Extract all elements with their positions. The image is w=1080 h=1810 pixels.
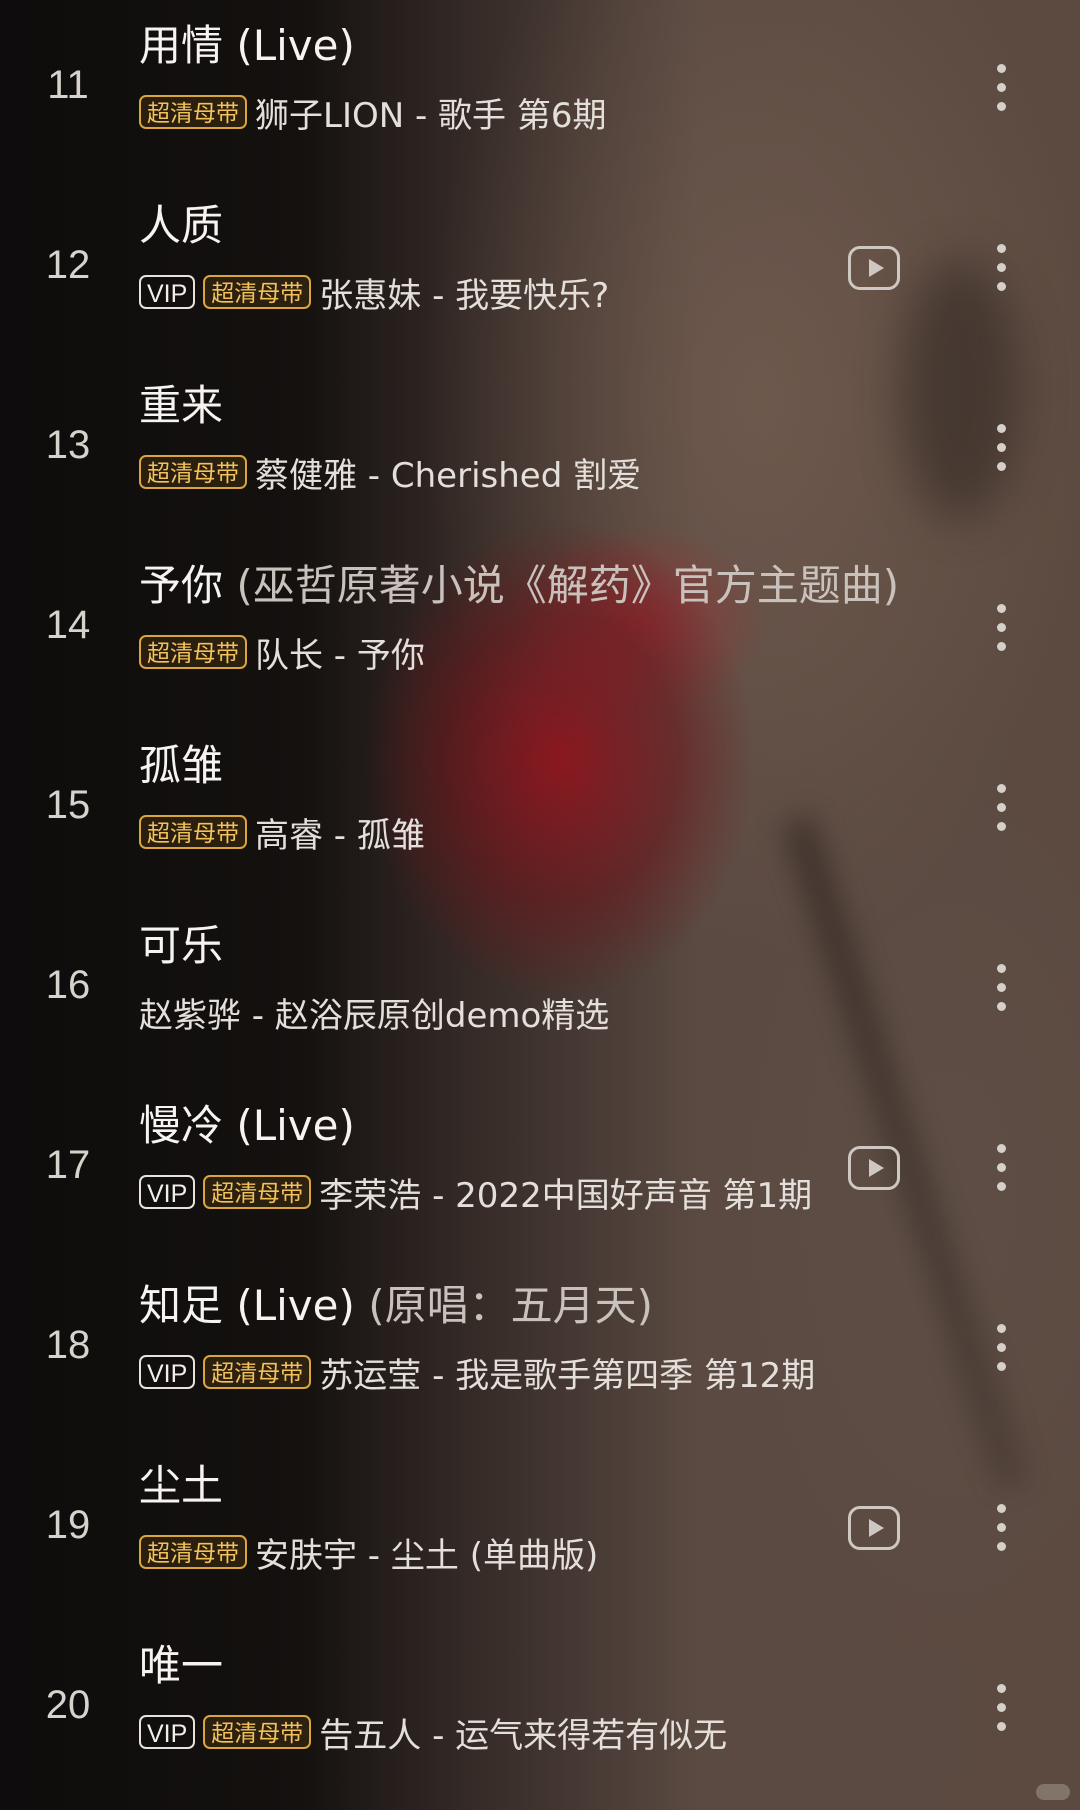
song-title-main: 唯一 <box>139 1641 224 1690</box>
song-row[interactable]: 13 重来 超清母带 蔡健雅 - Cherished 割爱 <box>0 360 1080 540</box>
song-row[interactable]: 20 唯一 VIP 超清母带 告五人 - 运气来得若有似无 <box>0 1620 1080 1800</box>
more-vertical-icon[interactable] <box>992 1142 1012 1194</box>
song-meta: 超清母带 蔡健雅 - Cherished 割爱 <box>139 450 642 496</box>
song-title-main: 人质 <box>139 201 224 250</box>
hq-master-badge: 超清母带 <box>203 275 312 309</box>
song-row[interactable]: 12 人质 VIP 超清母带 张惠妹 - 我要快乐? <box>0 180 1080 360</box>
vip-badge: VIP <box>139 275 196 309</box>
song-title: 人质 <box>139 196 223 256</box>
hq-master-badge: 超清母带 <box>139 95 247 129</box>
more-vertical-icon[interactable] <box>992 602 1012 654</box>
song-title: 尘土 <box>139 1456 223 1516</box>
track-number: 11 <box>47 63 89 107</box>
song-title-sub: (原唱：五月天) <box>354 1281 654 1330</box>
song-title-main: 尘土 <box>139 1461 224 1510</box>
more-vertical-icon[interactable] <box>992 242 1012 294</box>
artist-album: 张惠妹 - 我要快乐? <box>319 275 610 316</box>
vip-badge: VIP <box>139 1715 196 1749</box>
song-meta: 超清母带 狮子LION - 歌手 第6期 <box>139 90 607 136</box>
track-number: 14 <box>45 603 91 647</box>
artist-album: 蔡健雅 - Cherished 割爱 <box>255 455 642 496</box>
track-number: 12 <box>45 243 91 287</box>
track-number: 17 <box>45 1143 91 1187</box>
watermark-logo <box>1036 1784 1070 1800</box>
song-row[interactable]: 17 慢冷 (Live) VIP 超清母带 李荣浩 - 2022中国好声音 第1… <box>0 1080 1080 1260</box>
artist-album: 赵紫骅 - 赵浴辰原创demo精选 <box>139 995 610 1036</box>
artist-album: 队长 - 予你 <box>255 635 425 676</box>
track-number: 18 <box>45 1323 91 1367</box>
song-meta: VIP 超清母带 张惠妹 - 我要快乐? <box>139 270 610 316</box>
song-title-main: 予你 <box>139 561 224 610</box>
vip-badge: VIP <box>139 1355 196 1389</box>
artist-album: 安肤宇 - 尘土 (单曲版) <box>255 1535 599 1576</box>
song-title: 孤雏 <box>139 736 223 796</box>
song-title: 用情 (Live) <box>139 16 355 76</box>
artist-album: 苏运莹 - 我是歌手第四季 第12期 <box>319 1355 816 1396</box>
song-title: 可乐 <box>139 916 223 976</box>
track-number: 19 <box>45 1503 91 1547</box>
more-vertical-icon[interactable] <box>992 1682 1012 1734</box>
song-meta: VIP 超清母带 李荣浩 - 2022中国好声音 第1期 <box>139 1170 813 1216</box>
song-meta: 超清母带 队长 - 予你 <box>139 630 425 676</box>
song-row[interactable]: 11 用情 (Live) 超清母带 狮子LION - 歌手 第6期 <box>0 0 1080 180</box>
song-title: 予你 (巫哲原著小说《解药》官方主题曲) <box>139 556 899 616</box>
play-video-icon[interactable] <box>848 1146 900 1190</box>
song-title-main: 重来 <box>139 381 224 430</box>
artist-album: 李荣浩 - 2022中国好声音 第1期 <box>319 1175 813 1216</box>
song-row[interactable]: 18 知足 (Live) (原唱：五月天) VIP 超清母带 苏运莹 - 我是歌… <box>0 1260 1080 1440</box>
hq-master-badge: 超清母带 <box>203 1355 312 1389</box>
song-row[interactable]: 16 可乐 赵紫骅 - 赵浴辰原创demo精选 <box>0 900 1080 1080</box>
more-vertical-icon[interactable] <box>992 1322 1012 1374</box>
song-title-main: 可乐 <box>139 921 224 970</box>
more-vertical-icon[interactable] <box>992 782 1012 834</box>
song-meta: 超清母带 高睿 - 孤雏 <box>139 810 425 856</box>
track-number: 15 <box>45 783 91 827</box>
play-video-icon[interactable] <box>848 246 900 290</box>
more-vertical-icon[interactable] <box>992 422 1012 474</box>
song-row[interactable]: 14 予你 (巫哲原著小说《解药》官方主题曲) 超清母带 队长 - 予你 <box>0 540 1080 720</box>
hq-master-badge: 超清母带 <box>139 1535 247 1569</box>
song-title: 慢冷 (Live) <box>139 1096 355 1156</box>
hq-master-badge: 超清母带 <box>139 815 247 849</box>
song-title-sub: (巫哲原著小说《解药》官方主题曲) <box>223 561 900 610</box>
song-title: 唯一 <box>139 1636 223 1696</box>
song-meta: VIP 超清母带 告五人 - 运气来得若有似无 <box>139 1710 728 1756</box>
hq-master-badge: 超清母带 <box>139 455 247 489</box>
track-number: 16 <box>45 963 91 1007</box>
artist-album: 高睿 - 孤雏 <box>255 815 425 856</box>
song-title: 知足 (Live) (原唱：五月天) <box>139 1276 653 1336</box>
more-vertical-icon[interactable] <box>992 62 1012 114</box>
play-video-icon[interactable] <box>848 1506 900 1550</box>
song-title-main: 用情 (Live) <box>139 21 355 70</box>
artist-album: 告五人 - 运气来得若有似无 <box>319 1715 728 1756</box>
song-meta: VIP 超清母带 苏运莹 - 我是歌手第四季 第12期 <box>139 1350 816 1396</box>
song-list: 11 用情 (Live) 超清母带 狮子LION - 歌手 第6期 12 人质 … <box>0 0 1080 1810</box>
song-meta: 超清母带 安肤宇 - 尘土 (单曲版) <box>139 1530 599 1576</box>
song-title: 重来 <box>139 376 223 436</box>
artist-album: 狮子LION - 歌手 第6期 <box>255 95 607 136</box>
hq-master-badge: 超清母带 <box>203 1175 312 1209</box>
more-vertical-icon[interactable] <box>992 1502 1012 1554</box>
vip-badge: VIP <box>139 1175 196 1209</box>
hq-master-badge: 超清母带 <box>139 635 247 669</box>
song-title-main: 孤雏 <box>139 741 224 790</box>
song-row[interactable]: 19 尘土 超清母带 安肤宇 - 尘土 (单曲版) <box>0 1440 1080 1620</box>
track-number: 13 <box>45 423 91 467</box>
more-vertical-icon[interactable] <box>992 962 1012 1014</box>
track-number: 20 <box>45 1683 91 1727</box>
song-title-main: 慢冷 (Live) <box>139 1101 355 1150</box>
song-row[interactable]: 15 孤雏 超清母带 高睿 - 孤雏 <box>0 720 1080 900</box>
song-meta: 赵紫骅 - 赵浴辰原创demo精选 <box>139 990 610 1036</box>
hq-master-badge: 超清母带 <box>203 1715 312 1749</box>
song-title-main: 知足 (Live) <box>139 1281 355 1330</box>
